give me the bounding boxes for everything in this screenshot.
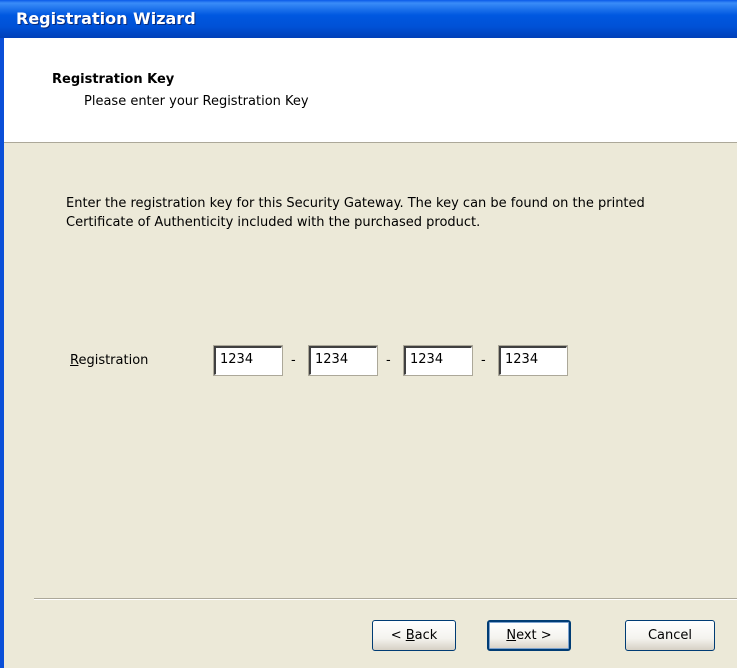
- key-field-3[interactable]: 1234: [403, 345, 473, 376]
- cancel-button[interactable]: Cancel: [625, 620, 715, 651]
- window-title: Registration Wizard: [16, 9, 196, 28]
- key-field-1[interactable]: 1234: [213, 345, 283, 376]
- wizard-header: Registration Key Please enter your Regis…: [4, 38, 737, 143]
- next-button[interactable]: Next >: [487, 620, 571, 651]
- back-button-rest: ack: [414, 628, 438, 643]
- key-separator-2: -: [386, 353, 391, 368]
- back-button[interactable]: < Back: [372, 620, 456, 651]
- button-area-separator: [34, 598, 737, 600]
- back-button-prefix: <: [390, 628, 406, 643]
- next-button-rest: ext >: [516, 628, 552, 643]
- header-title: Registration Key: [52, 72, 175, 87]
- registration-label-rest: egistration: [78, 353, 149, 368]
- next-button-accesskey: N: [506, 628, 517, 643]
- instruction-text: Enter the registration key for this Secu…: [66, 196, 645, 230]
- header-subtitle: Please enter your Registration Key: [84, 94, 309, 109]
- key-field-4[interactable]: 1234: [498, 345, 568, 376]
- registration-label: Registration: [70, 353, 148, 368]
- title-bar[interactable]: Registration Wizard: [0, 0, 737, 38]
- back-button-accesskey: B: [405, 628, 415, 643]
- registration-wizard-window: Registration Wizard Registration Key Ple…: [0, 0, 737, 668]
- key-separator-3: -: [481, 353, 486, 368]
- key-field-2[interactable]: 1234: [308, 345, 378, 376]
- key-separator-1: -: [291, 353, 296, 368]
